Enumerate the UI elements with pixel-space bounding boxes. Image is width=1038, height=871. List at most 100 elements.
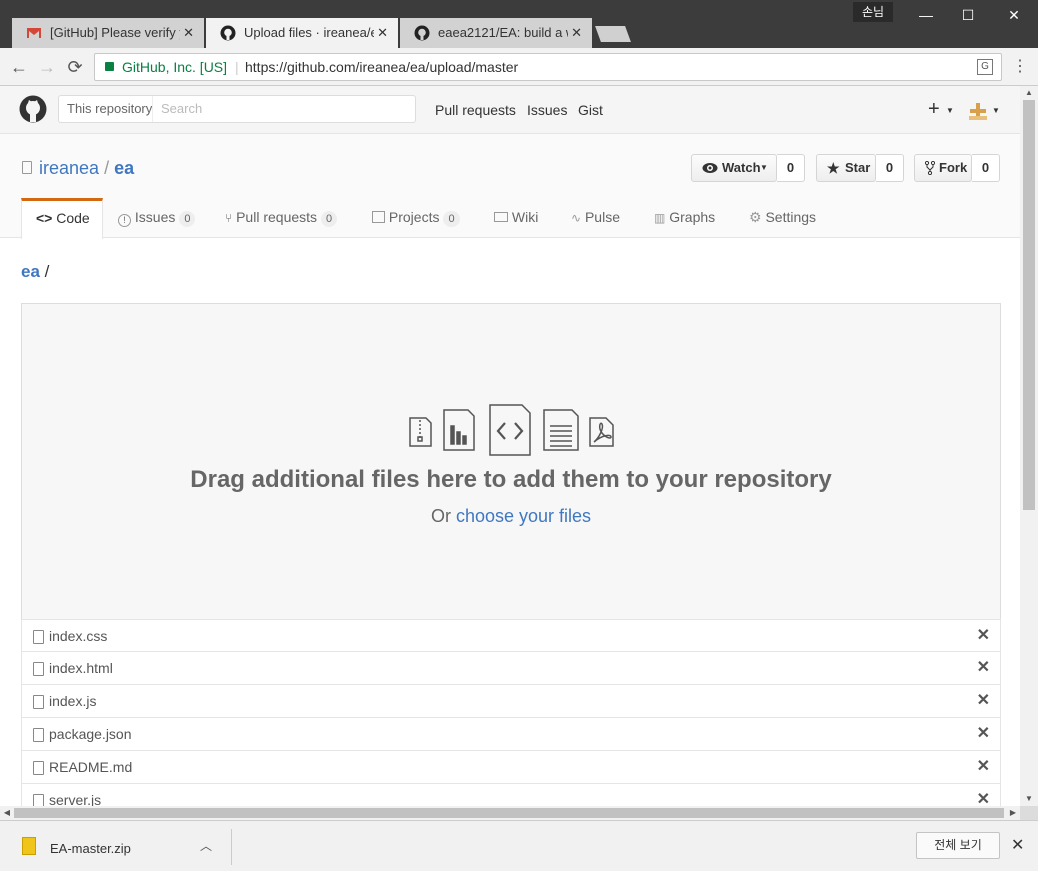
close-shelf-icon[interactable]: ✕ [1011, 835, 1024, 855]
remove-file-icon[interactable]: ✕ [977, 652, 990, 684]
chevron-up-icon[interactable]: ︿ [200, 837, 212, 854]
list-item: server.js ✕ [21, 784, 1001, 806]
tab-projects[interactable]: Projects 0 [372, 198, 460, 238]
file-name: package.json [49, 726, 132, 742]
watch-button[interactable]: Watch ▼ [691, 154, 777, 182]
tab-upload-files[interactable]: Upload files · ireanea/ea ✕ [206, 18, 398, 48]
tab-issues[interactable]: ! Issues 0 [118, 198, 196, 238]
nav-pull-requests[interactable]: Pull requests [435, 102, 516, 118]
pulse-icon: ∿ [571, 211, 582, 225]
close-tab-icon[interactable]: ✕ [377, 18, 388, 48]
remove-file-icon[interactable]: ✕ [977, 685, 990, 717]
download-shelf: EA-master.zip ︿ 전체 보기 ✕ [0, 820, 1038, 871]
file-types-illustration [409, 404, 614, 456]
close-window-button[interactable]: ✕ [999, 4, 1029, 26]
choose-files-link[interactable]: choose your files [456, 506, 591, 526]
pdf-file-icon [589, 417, 614, 447]
remove-file-icon[interactable]: ✕ [977, 718, 990, 750]
tab-label: Issues [134, 209, 176, 225]
zip-file-icon [409, 417, 432, 447]
chevron-down-icon: ▼ [760, 163, 768, 172]
tab-label: Pulse [584, 209, 620, 225]
remove-file-icon[interactable]: ✕ [977, 784, 990, 806]
fork-icon [925, 161, 935, 175]
repo-title: ireanea / ea [39, 158, 134, 179]
tab-label: eaea2121/EA: build a w [438, 25, 568, 40]
code-file-icon [489, 404, 531, 456]
vertical-scrollbar[interactable]: ▲ ▼ [1020, 86, 1038, 806]
fork-count[interactable]: 0 [972, 154, 1000, 182]
reload-button[interactable]: ⟳ [64, 56, 86, 78]
translate-icon[interactable]: G [977, 59, 993, 75]
breadcrumb-root-link[interactable]: ea [21, 262, 40, 281]
scrollbar-thumb[interactable] [14, 808, 1004, 818]
tab-label: [GitHub] Please verify yo [50, 25, 180, 40]
avatar[interactable] [969, 102, 987, 120]
show-all-downloads-button[interactable]: 전체 보기 [916, 832, 1000, 859]
star-button[interactable]: ★ Star [816, 154, 876, 182]
scrollbar-corner [1020, 806, 1038, 820]
repo-icon [22, 161, 32, 174]
tab-pulse[interactable]: ∿ Pulse [571, 198, 620, 238]
tab-eaea-repo[interactable]: eaea2121/EA: build a w ✕ [400, 18, 592, 48]
tab-pull-requests[interactable]: ⑂ Pull requests 0 [225, 198, 338, 238]
search-box[interactable]: This repository Search [58, 95, 416, 123]
fork-button[interactable]: Fork [914, 154, 972, 182]
remove-file-icon[interactable]: ✕ [977, 751, 990, 783]
user-profile-badge[interactable]: 손님 [853, 2, 893, 22]
tab-label: Graphs [669, 209, 716, 225]
document-file-icon [543, 409, 579, 451]
tab-label: Wiki [511, 209, 539, 225]
github-logo-icon[interactable] [19, 95, 47, 123]
create-new-button[interactable]: + [928, 98, 940, 121]
file-icon [33, 630, 44, 644]
back-button[interactable]: ← [8, 56, 30, 78]
github-icon [220, 25, 236, 41]
scrollbar-thumb[interactable] [1023, 100, 1035, 510]
github-header: This repository Search Pull requests Iss… [0, 86, 1020, 134]
address-bar[interactable]: GitHub, Inc. [US] | https://github.com/i… [94, 53, 1002, 81]
new-tab-button[interactable] [595, 26, 631, 42]
minimize-button[interactable]: — [911, 4, 941, 26]
tab-wiki[interactable]: Wiki [494, 198, 538, 238]
nav-issues[interactable]: Issues [527, 102, 567, 118]
scroll-down-arrow[interactable]: ▼ [1020, 792, 1038, 806]
maximize-button[interactable]: ☐ [953, 4, 983, 26]
download-filename[interactable]: EA-master.zip [50, 841, 131, 856]
chevron-down-icon: ▼ [946, 106, 954, 115]
repo-name-link[interactable]: ea [114, 158, 134, 178]
forward-button[interactable]: → [36, 56, 58, 78]
scroll-left-arrow[interactable]: ◀ [0, 806, 14, 820]
gear-icon: ⚙ [749, 209, 762, 225]
repo-owner-link[interactable]: ireanea [39, 158, 99, 178]
issues-count: 0 [179, 211, 196, 227]
list-item: README.md ✕ [21, 751, 1001, 784]
tab-code[interactable]: <> Code [21, 198, 103, 239]
tab-label: Code [56, 210, 90, 226]
star-count[interactable]: 0 [876, 154, 904, 182]
github-icon [414, 25, 430, 41]
tab-gmail[interactable]: [GitHub] Please verify yo ✕ [12, 18, 204, 48]
tab-graphs[interactable]: ▥ Graphs [654, 198, 715, 238]
scroll-up-arrow[interactable]: ▲ [1020, 86, 1038, 100]
url-text[interactable]: https://github.com/ireanea/ea/upload/mas… [245, 54, 518, 80]
watch-count[interactable]: 0 [777, 154, 805, 182]
remove-file-icon[interactable]: ✕ [977, 620, 990, 652]
issue-icon: ! [118, 214, 131, 227]
chevron-down-icon: ▼ [992, 106, 1000, 115]
nav-gist[interactable]: Gist [578, 102, 603, 118]
repo-title-separator: / [104, 158, 110, 178]
site-identity[interactable]: GitHub, Inc. [US] [122, 54, 227, 80]
close-tab-icon[interactable]: ✕ [183, 18, 194, 48]
page-viewport: This repository Search Pull requests Iss… [0, 86, 1020, 806]
close-tab-icon[interactable]: ✕ [571, 18, 582, 48]
scroll-right-arrow[interactable]: ▶ [1006, 806, 1020, 820]
horizontal-scrollbar[interactable]: ◀ ▶ [0, 806, 1020, 820]
browser-menu-button[interactable]: ⋮ [1012, 57, 1028, 77]
search-input[interactable]: Search [161, 96, 202, 122]
file-name: README.md [49, 759, 133, 775]
file-icon [33, 794, 44, 806]
tab-settings[interactable]: ⚙ Settings [749, 198, 816, 238]
list-item: index.js ✕ [21, 685, 1001, 718]
upload-dropzone[interactable]: Drag additional files here to add them t… [21, 303, 1001, 621]
